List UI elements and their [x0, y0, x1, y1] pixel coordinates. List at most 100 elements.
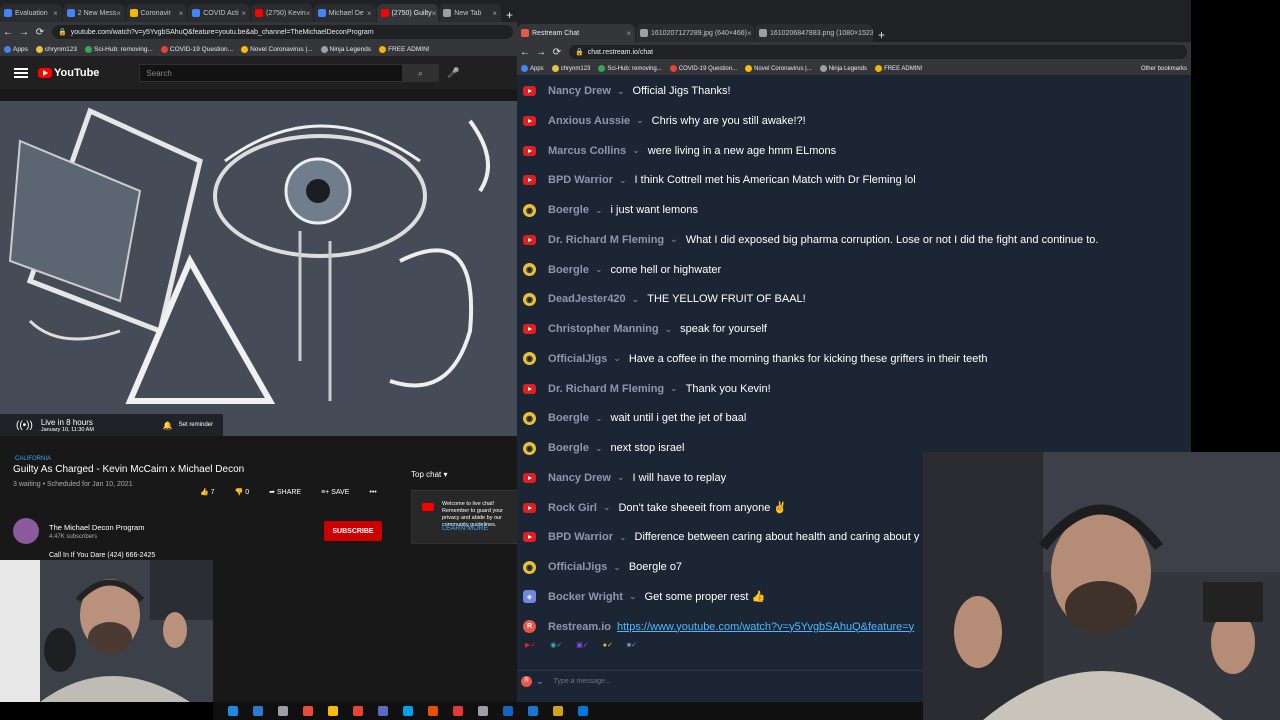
chat-username[interactable]: Christopher Manning	[548, 323, 659, 335]
chat-username[interactable]: Nancy Drew	[548, 472, 611, 484]
chat-username[interactable]: Boergle	[548, 412, 589, 424]
taskbar-app-icon[interactable]	[278, 706, 288, 716]
chat-username[interactable]: Restream.io	[548, 621, 611, 633]
chevron-down-icon[interactable]: ⌄	[670, 234, 678, 245]
bookmark-item[interactable]: COVID-19 Question...	[160, 45, 233, 53]
taskbar-app-icon[interactable]	[228, 706, 238, 716]
chevron-down-icon[interactable]: ⌄	[613, 353, 621, 364]
chevron-down-icon[interactable]: ⌄	[665, 324, 673, 335]
microphone-icon[interactable]: 🎤	[447, 68, 459, 79]
chevron-down-icon[interactable]: ⌄	[670, 383, 678, 394]
other-bookmarks[interactable]: Other bookmarks	[1141, 66, 1187, 72]
browser-tab[interactable]: 1610206847883.png (1080×1523)×	[755, 24, 873, 42]
bookmark-item[interactable]: Ninja Legends	[320, 45, 371, 53]
bookmark-item[interactable]: Sci-Hub: removing...	[598, 65, 662, 72]
bookmark-item[interactable]: Novel Coronavirus |...	[745, 65, 812, 72]
back-icon[interactable]: ←	[517, 47, 533, 58]
dislike-button[interactable]: 👎 0	[235, 488, 260, 496]
reload-icon[interactable]: ⟳	[32, 27, 48, 38]
browser-tab[interactable]: New Tab ×	[439, 4, 501, 22]
taskbar-app-icon[interactable]	[303, 706, 313, 716]
like-button[interactable]: 👍 7	[200, 488, 225, 496]
browser-tab[interactable]: COVID Acti ×	[188, 4, 250, 22]
browser-tab[interactable]: 1610207127289.jpg (640×466) ×	[636, 24, 754, 42]
forward-icon[interactable]: →	[533, 47, 549, 58]
bookmark-item[interactable]: chrynm123	[551, 65, 590, 72]
video-player[interactable]: ((•)) Live in 8 hours January 10, 11:30 …	[0, 101, 517, 436]
more-icon[interactable]: •••	[369, 489, 376, 496]
set-reminder-button[interactable]: 🔔 Set reminder	[163, 421, 213, 430]
taskbar-app-icon[interactable]	[353, 706, 363, 716]
bookmark-item[interactable]: Apps	[4, 45, 28, 53]
message-input[interactable]: Type a message...	[554, 678, 611, 685]
chat-username[interactable]: Nancy Drew	[548, 85, 611, 97]
chat-username[interactable]: Bocker Wright	[548, 591, 623, 603]
bookmark-item[interactable]: Sci-Hub: removing...	[84, 45, 153, 53]
taskbar-app-icon[interactable]	[253, 706, 263, 716]
taskbar-app-icon[interactable]	[328, 706, 338, 716]
chevron-down-icon[interactable]: ⌄	[632, 294, 640, 305]
browser-tab[interactable]: (2750) Guilty ×	[376, 4, 439, 22]
search-input[interactable]: Search ⌕	[139, 64, 440, 82]
chevron-down-icon[interactable]: ⌄	[619, 532, 627, 543]
menu-icon[interactable]	[14, 66, 28, 80]
browser-tab[interactable]: Michael De ×	[313, 4, 376, 22]
chat-username[interactable]: BPD Warrior	[548, 174, 613, 186]
chevron-down-icon[interactable]: ⌄	[617, 472, 625, 483]
close-icon[interactable]: ×	[367, 9, 372, 18]
save-button[interactable]: ≡+ SAVE	[321, 489, 359, 496]
close-icon[interactable]: ×	[492, 9, 497, 18]
new-tab-icon[interactable]: +	[502, 8, 517, 22]
chevron-down-icon[interactable]: ⌄	[595, 443, 603, 454]
close-icon[interactable]: ×	[53, 9, 58, 18]
chat-username[interactable]: OfficialJigs	[548, 561, 607, 573]
new-tab-icon[interactable]: +	[874, 28, 889, 42]
bookmark-item[interactable]: Ninja Legends	[819, 65, 867, 72]
url-field[interactable]: 🔒 youtube.com/watch?v=y5YvgbSAhuQ&featur…	[52, 25, 513, 39]
bookmark-item[interactable]: FREE ADMIN!	[379, 45, 430, 53]
location-tag[interactable]: CALIFORNIA	[15, 456, 400, 462]
taskbar-app-icon[interactable]	[528, 706, 538, 716]
channel-avatar[interactable]	[13, 518, 39, 544]
search-icon[interactable]: ⌕	[402, 65, 439, 81]
chat-username[interactable]: Marcus Collins	[548, 145, 626, 157]
browser-tab[interactable]: Coronavir ×	[125, 4, 188, 22]
youtube-filter-icon[interactable]: ▶✓	[525, 641, 536, 649]
close-icon[interactable]: ×	[432, 9, 437, 18]
taskbar-app-icon[interactable]	[503, 706, 513, 716]
reload-icon[interactable]: ⟳	[549, 47, 565, 58]
chat-username[interactable]: DeadJester420	[548, 293, 626, 305]
browser-tab[interactable]: Restream Chat ×	[517, 24, 635, 42]
chevron-down-icon[interactable]: ⌄	[595, 413, 603, 424]
close-icon[interactable]: ×	[306, 9, 311, 18]
close-icon[interactable]: ×	[626, 29, 631, 38]
browser-tab[interactable]: 2 New Mess ×	[62, 4, 125, 22]
chevron-down-icon[interactable]: ⌄	[595, 205, 603, 216]
chat-username[interactable]: Dr. Richard M Fleming	[548, 383, 664, 395]
bookmark-item[interactable]: Novel Coronavirus |...	[241, 45, 313, 53]
youtube-logo[interactable]: YouTube	[38, 67, 99, 79]
bookmark-item[interactable]: Apps	[521, 65, 544, 72]
taskbar-app-icon[interactable]	[378, 706, 388, 716]
chat-username[interactable]: Rock Girl	[548, 502, 597, 514]
forward-icon[interactable]: →	[16, 27, 32, 38]
taskbar-app-icon[interactable]	[428, 706, 438, 716]
chevron-down-icon[interactable]: ⌄	[632, 145, 640, 156]
taskbar-app-icon[interactable]	[478, 706, 488, 716]
chat-username[interactable]: Boergle	[548, 204, 589, 216]
close-icon[interactable]: ×	[116, 9, 121, 18]
bookmark-item[interactable]: COVID-19 Question...	[669, 65, 737, 72]
subscribe-button[interactable]: SUBSCRIBE	[324, 521, 382, 541]
chevron-down-icon[interactable]: ⌄	[595, 264, 603, 275]
chat-username[interactable]: OfficialJigs	[548, 353, 607, 365]
taskbar-app-icon[interactable]	[453, 706, 463, 716]
url-field[interactable]: 🔒 chat.restream.io/chat	[569, 45, 1187, 59]
bookmark-item[interactable]: chrynm123	[35, 45, 77, 53]
learn-more-link[interactable]: LEARN MORE	[442, 525, 488, 532]
back-icon[interactable]: ←	[0, 27, 16, 38]
taskbar-app-icon[interactable]	[403, 706, 413, 716]
chat-username[interactable]: Dr. Richard M Fleming	[548, 234, 664, 246]
chat-link[interactable]: https://www.youtube.com/watch?v=y5YvgbSA…	[617, 621, 914, 633]
close-icon[interactable]: ×	[241, 9, 246, 18]
close-icon[interactable]: ×	[179, 9, 184, 18]
